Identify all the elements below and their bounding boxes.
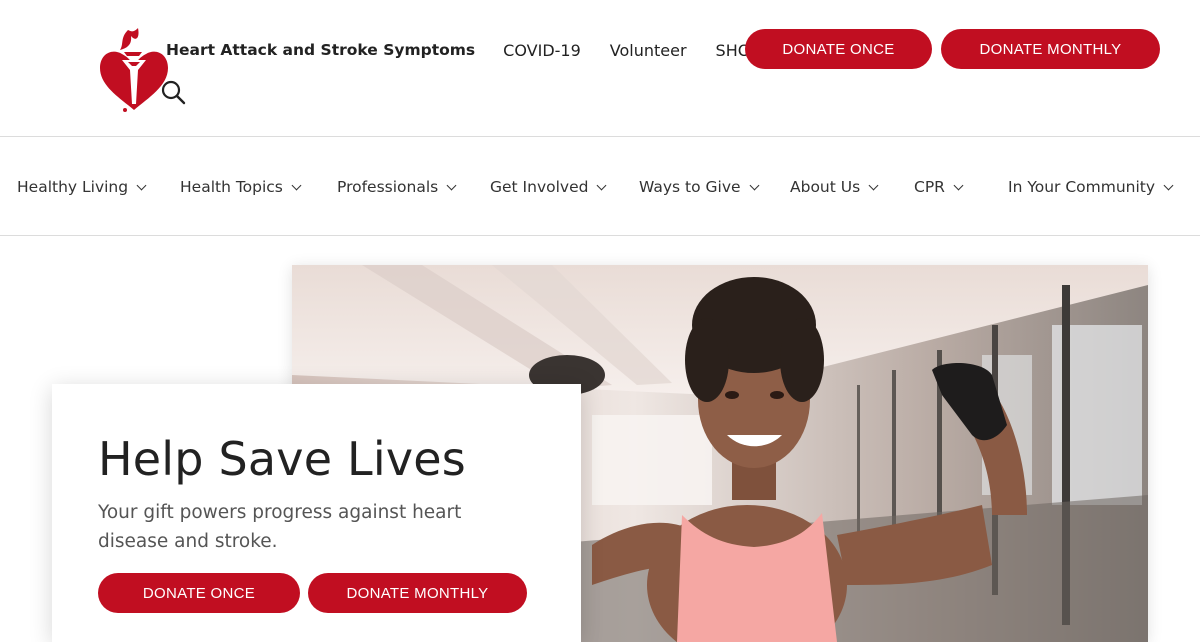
nav-item-professionals[interactable]: Professionals (337, 176, 457, 198)
chevron-down-icon (868, 180, 879, 190)
nav-item-label: Get Involved (490, 178, 589, 196)
hero-donate-once-button[interactable]: DONATE ONCE (98, 573, 300, 613)
nav-item-cpr[interactable]: CPR (914, 176, 964, 198)
nav-item-about-us[interactable]: About Us (790, 176, 879, 198)
nav-item-label: In Your Community (1008, 178, 1156, 196)
hero-subtitle: Your gift powers progress against heart … (98, 502, 462, 552)
nav-item-in-your-community[interactable]: In Your Community (1008, 176, 1174, 198)
nav-item-label: Ways to Give (639, 178, 741, 196)
volunteer-link[interactable]: Volunteer (610, 41, 687, 60)
chevron-down-icon (291, 180, 302, 190)
covid-link[interactable]: COVID-19 (503, 41, 581, 60)
top-header: Heart Attack and Stroke Symptoms COVID-1… (0, 0, 1200, 137)
hero-title: Help Save Lives (98, 432, 466, 486)
hero-donate-monthly-button[interactable]: DONATE MONTHLY (308, 573, 527, 613)
chevron-down-icon (136, 180, 147, 190)
chevron-down-icon (1163, 180, 1174, 190)
symptoms-link[interactable]: Heart Attack and Stroke Symptoms (166, 41, 475, 59)
chevron-down-icon (446, 180, 457, 190)
nav-item-label: Professionals (337, 178, 439, 196)
nav-item-ways-to-give[interactable]: Ways to Give (639, 176, 759, 198)
nav-item-label: About Us (790, 178, 861, 196)
utility-links: Heart Attack and Stroke Symptoms COVID-1… (166, 36, 760, 64)
chevron-down-icon (597, 180, 607, 190)
chevron-down-icon (953, 180, 964, 190)
donate-once-button[interactable]: DONATE ONCE (745, 29, 932, 69)
nav-item-get-involved[interactable]: Get Involved (490, 176, 607, 198)
hero-card: Help Save Lives Your gift powers progres… (52, 384, 581, 642)
search-icon[interactable] (159, 78, 187, 106)
nav-item-label: Health Topics (180, 178, 283, 196)
main-nav: Healthy Living Health Topics Professiona… (0, 138, 1200, 236)
nav-item-health-topics[interactable]: Health Topics (180, 176, 302, 198)
donate-monthly-button[interactable]: DONATE MONTHLY (941, 29, 1160, 69)
chevron-down-icon (749, 180, 759, 190)
nav-item-healthy-living[interactable]: Healthy Living (17, 176, 147, 198)
nav-item-label: Healthy Living (17, 178, 129, 196)
nav-item-label: CPR (914, 178, 945, 196)
